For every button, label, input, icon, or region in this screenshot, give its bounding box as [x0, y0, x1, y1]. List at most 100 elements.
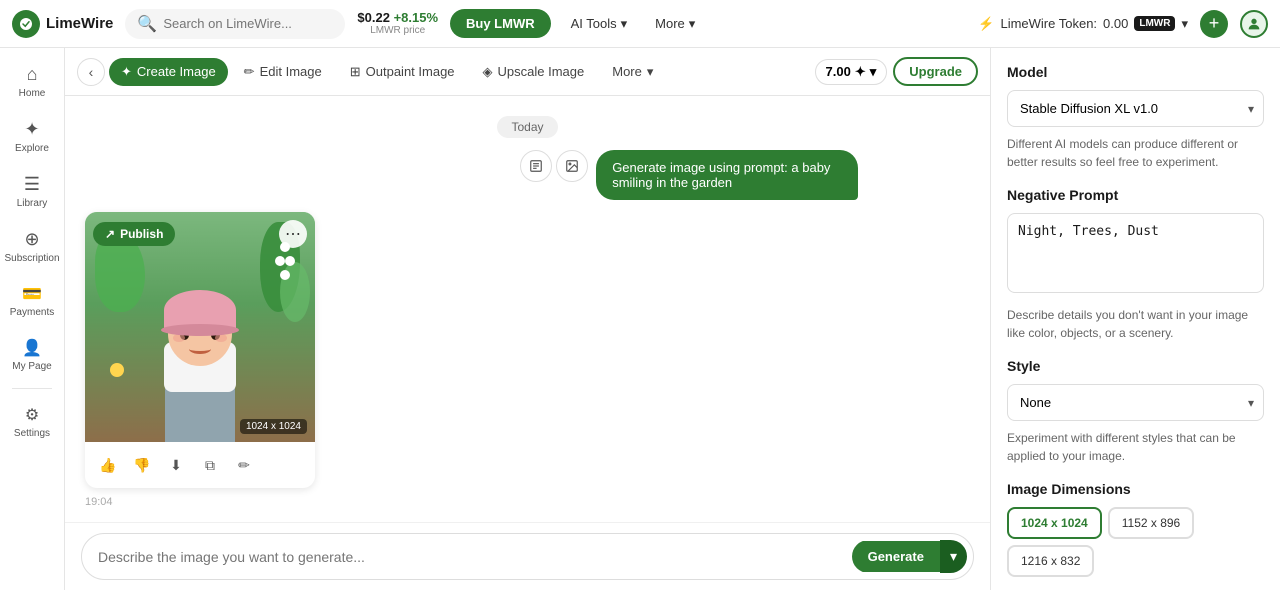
text-mode-button[interactable]	[520, 150, 552, 182]
topnav: LimeWire 🔍 $0.22 +8.15% LMWR price Buy L…	[0, 0, 1280, 48]
neg-prompt-desc: Describe details you don't want in your …	[1007, 306, 1264, 342]
sidebar-item-label: Payments	[10, 307, 54, 318]
neg-prompt-title: Negative Prompt	[1007, 187, 1264, 203]
outpaint-icon: ⊞	[350, 64, 361, 80]
thumbs-up-button[interactable]: 👍	[93, 450, 123, 480]
style-title: Style	[1007, 358, 1264, 374]
more-toolbar-button[interactable]: More ▾	[600, 58, 665, 86]
publish-button[interactable]: ↗ Publish	[93, 222, 175, 246]
sidebar-item-label: Library	[17, 198, 48, 209]
mypage-icon: 👤	[22, 338, 42, 358]
upscale-icon: ◈	[483, 64, 493, 80]
upscale-image-button[interactable]: ◈ Upscale Image	[471, 58, 597, 86]
chat-area: ‹ ✦ Create Image ✏ Edit Image ⊞ Outpaint…	[65, 48, 990, 590]
message-row: Generate image using prompt: a baby smil…	[85, 150, 970, 200]
sidebar-item-settings[interactable]: ⚙ Settings	[3, 397, 61, 447]
toolbar: ‹ ✦ Create Image ✏ Edit Image ⊞ Outpaint…	[65, 48, 990, 96]
image-card-inner: ↗ Publish ⋯ 1024 x 1024	[85, 212, 315, 442]
right-panel: Model Stable Diffusion XL v1.0 ▾ Differe…	[990, 48, 1280, 590]
logo-area: LimeWire	[12, 10, 113, 38]
image-response-area: ↗ Publish ⋯ 1024 x 1024 👍 👎 ⬇ ⧉ ✏	[85, 212, 970, 508]
image-mode-button[interactable]	[556, 150, 588, 182]
edit-icon: ✏	[244, 64, 255, 80]
message-text: Generate image using prompt: a baby smil…	[596, 150, 858, 200]
add-button[interactable]: +	[1200, 10, 1228, 38]
image-actions: 👍 👎 ⬇ ⧉ ✏	[85, 442, 315, 488]
plus-icon: ✦	[855, 64, 866, 80]
sidebar-item-explore[interactable]: ✦ Explore	[3, 111, 61, 162]
price-area: $0.22 +8.15% LMWR price	[357, 10, 438, 38]
sidebar-item-subscription[interactable]: ⊕ Subscription	[3, 221, 61, 272]
settings-icon: ⚙	[25, 405, 39, 425]
dimension-1216-button[interactable]: 1216 x 832	[1007, 545, 1094, 577]
dimension-1152-button[interactable]: 1152 x 896	[1108, 507, 1195, 539]
credits-display: 7.00 ✦ ▾	[815, 59, 888, 85]
thumbs-down-button[interactable]: 👎	[127, 450, 157, 480]
sidebar-item-my-page[interactable]: 👤 My Page	[3, 330, 61, 380]
hat-brim	[161, 324, 239, 336]
card-time: 19:04	[85, 496, 113, 508]
message-icons	[520, 150, 588, 182]
upgrade-button[interactable]: Upgrade	[893, 57, 978, 86]
price-value: $0.22 +8.15%	[357, 10, 438, 26]
create-image-button[interactable]: ✦ Create Image	[109, 58, 228, 86]
search-bar[interactable]: 🔍	[125, 9, 345, 39]
flower4	[280, 270, 290, 280]
white-flowers	[275, 242, 295, 282]
model-select-wrapper: Stable Diffusion XL v1.0 ▾	[1007, 90, 1264, 127]
outpaint-image-button[interactable]: ⊞ Outpaint Image	[338, 58, 467, 86]
user-message-bubble: Generate image using prompt: a baby smil…	[596, 150, 970, 200]
subscription-icon: ⊕	[24, 229, 39, 250]
image-card-overlay: ↗ Publish ⋯	[93, 220, 307, 248]
copy-button[interactable]: ⧉	[195, 450, 225, 480]
logo-icon	[12, 10, 40, 38]
chat-messages: Today Generate image using prompt: a bab…	[65, 96, 990, 522]
style-select[interactable]: None	[1007, 384, 1264, 421]
sidebar: ⌂ Home ✦ Explore ☰ Library ⊕ Subscriptio…	[0, 48, 65, 590]
prompt-input[interactable]	[98, 549, 844, 565]
style-section: Style None ▾ Experiment with different s…	[1007, 358, 1264, 465]
download-button[interactable]: ⬇	[161, 450, 191, 480]
flower2	[275, 256, 285, 266]
generate-options-button[interactable]: ▾	[940, 540, 967, 573]
neg-prompt-section: Negative Prompt Night, Trees, Dust Descr…	[1007, 187, 1264, 342]
model-title: Model	[1007, 64, 1264, 80]
token-label: LimeWire Token:	[1000, 16, 1097, 31]
search-icon: 🔍	[137, 14, 157, 34]
image-more-button[interactable]: ⋯	[279, 220, 307, 248]
neg-prompt-textarea[interactable]: Night, Trees, Dust	[1007, 213, 1264, 293]
dimension-1024-button[interactable]: 1024 x 1024	[1007, 507, 1102, 539]
lmwr-badge: LMWR	[1134, 16, 1175, 31]
avatar[interactable]	[1240, 10, 1268, 38]
explore-icon: ✦	[24, 119, 39, 140]
sidebar-item-library[interactable]: ☰ Library	[3, 166, 61, 217]
today-label: Today	[85, 116, 970, 138]
more-nav-button[interactable]: More ▾	[647, 12, 703, 36]
dimensions-section: Image Dimensions 1024 x 1024 1152 x 896 …	[1007, 481, 1264, 577]
input-row: Generate ▾	[81, 533, 974, 580]
edit-image-button[interactable]: ✏ Edit Image	[232, 58, 334, 86]
search-input[interactable]	[163, 16, 333, 31]
baby-smile	[189, 344, 211, 354]
sidebar-item-home[interactable]: ⌂ Home	[3, 56, 61, 107]
sidebar-item-payments[interactable]: 💳 Payments	[3, 276, 61, 326]
payments-icon: 💳	[22, 284, 42, 304]
generate-button[interactable]: Generate	[852, 541, 940, 572]
model-section: Model Stable Diffusion XL v1.0 ▾ Differe…	[1007, 64, 1264, 171]
chat-input-area: Generate ▾	[65, 522, 990, 590]
sidebar-item-label: Explore	[15, 143, 49, 154]
sidebar-item-label: Settings	[14, 428, 50, 439]
share-icon: ↗	[105, 227, 115, 241]
flower	[110, 363, 124, 377]
back-button[interactable]: ‹	[77, 58, 105, 86]
create-icon: ✦	[121, 64, 132, 80]
style-select-wrapper: None ▾	[1007, 384, 1264, 421]
buy-lmwr-button[interactable]: Buy LMWR	[450, 9, 551, 38]
model-select[interactable]: Stable Diffusion XL v1.0	[1007, 90, 1264, 127]
edit-button[interactable]: ✏	[229, 450, 259, 480]
ai-tools-button[interactable]: AI Tools ▾	[563, 12, 636, 36]
credits-chevron-icon[interactable]: ▾	[870, 64, 877, 80]
dimensions-row: 1024 x 1024 1152 x 896 1216 x 832	[1007, 507, 1264, 577]
sidebar-item-label: My Page	[12, 361, 51, 372]
dimensions-title: Image Dimensions	[1007, 481, 1264, 497]
